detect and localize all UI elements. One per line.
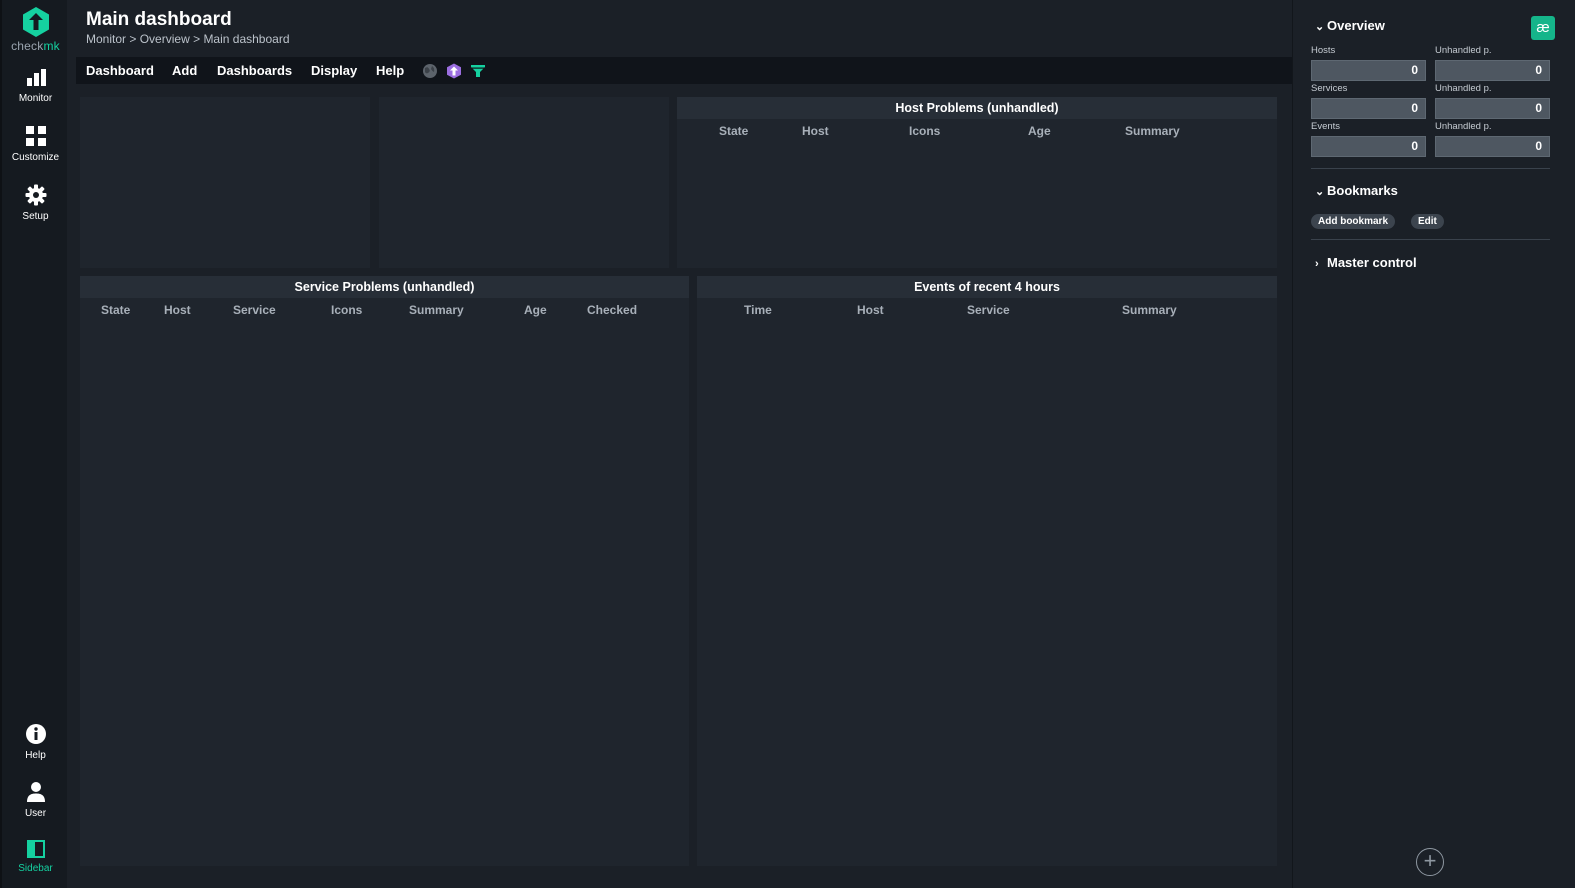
breadcrumb: Monitor > Overview > Main dashboard <box>86 32 290 46</box>
nav-sidebar-toggle[interactable]: Sidebar <box>2 840 69 874</box>
snapin-divider <box>1311 168 1550 169</box>
snapin-bookmarks-title: Bookmarks <box>1327 183 1398 198</box>
info-icon <box>25 724 46 744</box>
checkmk-logo-icon <box>22 7 49 37</box>
events-title: Events of recent 4 hours <box>697 276 1277 298</box>
breadcrumb-item-current[interactable]: Main dashboard <box>203 32 289 46</box>
service-problems-dashlet: Service Problems (unhandled) State Host … <box>80 276 689 866</box>
nav-user[interactable]: User <box>2 781 69 819</box>
column-header-age[interactable]: Age <box>1028 124 1051 138</box>
snapin-overview-header[interactable]: ⌄ Overview <box>1315 18 1385 33</box>
stat-hosts-value[interactable]: 0 <box>1311 60 1426 81</box>
stat-label-events-unhandled: Unhandled p. <box>1435 121 1492 132</box>
snapin-master-control-header[interactable]: › Master control <box>1315 255 1417 270</box>
stat-services-value[interactable]: 0 <box>1311 98 1426 119</box>
events-dashlet: Events of recent 4 hours Time Host Servi… <box>697 276 1277 866</box>
column-header-state[interactable]: State <box>101 303 130 317</box>
edit-bookmarks-button[interactable]: Edit <box>1411 214 1444 229</box>
breadcrumb-item-monitor[interactable]: Monitor <box>86 32 126 46</box>
stat-label-hosts-unhandled: Unhandled p. <box>1435 45 1492 56</box>
chevron-down-icon: ⌄ <box>1315 186 1325 198</box>
add-bookmark-button[interactable]: Add bookmark <box>1311 214 1396 229</box>
stat-services-unhandled-value[interactable]: 0 <box>1435 98 1550 119</box>
grid-icon <box>25 126 46 146</box>
column-header-time[interactable]: Time <box>744 303 772 317</box>
bar-chart-icon <box>26 69 46 86</box>
chevron-right-icon: › <box>1315 258 1319 270</box>
checkmk-logo[interactable]: checkmk <box>2 6 69 53</box>
sidebar-toggle-icon <box>26 840 45 858</box>
brand-name: checkmk <box>11 39 60 53</box>
column-header-service[interactable]: Service <box>967 303 1010 317</box>
page-menu-bar: Dashboard Add Dashboards Display Help <box>76 57 1292 84</box>
host-problems-title: Host Problems (unhandled) <box>677 97 1277 119</box>
app-window: checkmk Monitor Customize Setup Help Use… <box>0 0 1575 888</box>
breadcrumb-separator: > <box>129 32 137 46</box>
nav-sidebar-label: Sidebar <box>18 863 53 874</box>
empty-dashlet-1 <box>80 97 370 268</box>
column-header-icons[interactable]: Icons <box>331 303 362 317</box>
nav-setup-label: Setup <box>22 211 49 222</box>
stat-events-unhandled-value[interactable]: 0 <box>1435 136 1550 157</box>
empty-dashlet-2 <box>379 97 669 268</box>
menu-display[interactable]: Display <box>311 63 357 78</box>
column-header-checked[interactable]: Checked <box>587 303 637 317</box>
gear-icon <box>25 184 46 206</box>
snapin-divider <box>1311 239 1550 240</box>
snapin-overview-title: Overview <box>1327 18 1385 33</box>
nav-setup[interactable]: Setup <box>2 184 69 222</box>
menu-dashboard[interactable]: Dashboard <box>86 63 154 78</box>
nav-monitor[interactable]: Monitor <box>2 68 69 104</box>
stat-label-services: Services <box>1311 83 1348 94</box>
column-header-service[interactable]: Service <box>233 303 276 317</box>
column-header-host[interactable]: Host <box>857 303 884 317</box>
column-header-host[interactable]: Host <box>802 124 829 138</box>
menu-help[interactable]: Help <box>376 63 404 78</box>
host-problems-dashlet: Host Problems (unhandled) State Host Ico… <box>677 97 1277 268</box>
right-sidebar <box>1292 0 1575 888</box>
column-header-icons[interactable]: Icons <box>909 124 940 138</box>
ae-badge[interactable]: æ <box>1531 16 1555 40</box>
user-icon <box>26 782 45 802</box>
column-header-summary[interactable]: Summary <box>1122 303 1177 317</box>
nav-user-label: User <box>24 808 47 819</box>
chevron-down-icon: ⌄ <box>1315 21 1325 33</box>
breadcrumb-separator: > <box>193 32 201 46</box>
column-header-summary[interactable]: Summary <box>1125 124 1180 138</box>
stat-label-events: Events <box>1311 121 1341 132</box>
checkmk-hexagon-icon[interactable] <box>446 63 462 79</box>
snapin-bookmarks-header[interactable]: ⌄ Bookmarks <box>1315 183 1398 198</box>
main-content: Main dashboard Monitor > Overview > Main… <box>67 0 1292 888</box>
stat-events-value[interactable]: 0 <box>1311 136 1426 157</box>
stat-label-services-unhandled: Unhandled p. <box>1435 83 1492 94</box>
breadcrumb-item-overview[interactable]: Overview <box>140 32 190 46</box>
stat-hosts-unhandled-value[interactable]: 0 <box>1435 60 1550 81</box>
service-problems-title: Service Problems (unhandled) <box>80 276 689 298</box>
column-header-summary[interactable]: Summary <box>409 303 464 317</box>
column-header-host[interactable]: Host <box>164 303 191 317</box>
filter-icon[interactable] <box>470 63 486 79</box>
stat-label-hosts: Hosts <box>1311 45 1336 56</box>
nav-help-label: Help <box>25 750 46 761</box>
column-header-age[interactable]: Age <box>524 303 547 317</box>
main-navigation: checkmk Monitor Customize Setup Help Use… <box>0 0 67 888</box>
nav-customize-label: Customize <box>11 152 60 163</box>
menu-dashboards[interactable]: Dashboards <box>217 63 292 78</box>
column-header-state[interactable]: State <box>719 124 748 138</box>
menu-add[interactable]: Add <box>172 63 197 78</box>
nav-monitor-label: Monitor <box>18 93 53 104</box>
globe-icon[interactable] <box>422 63 438 79</box>
nav-help[interactable]: Help <box>2 723 69 761</box>
page-title: Main dashboard <box>86 9 232 30</box>
snapin-master-control-title: Master control <box>1327 255 1417 270</box>
add-snapin-icon[interactable]: + <box>1416 848 1444 876</box>
nav-customize[interactable]: Customize <box>2 125 69 163</box>
